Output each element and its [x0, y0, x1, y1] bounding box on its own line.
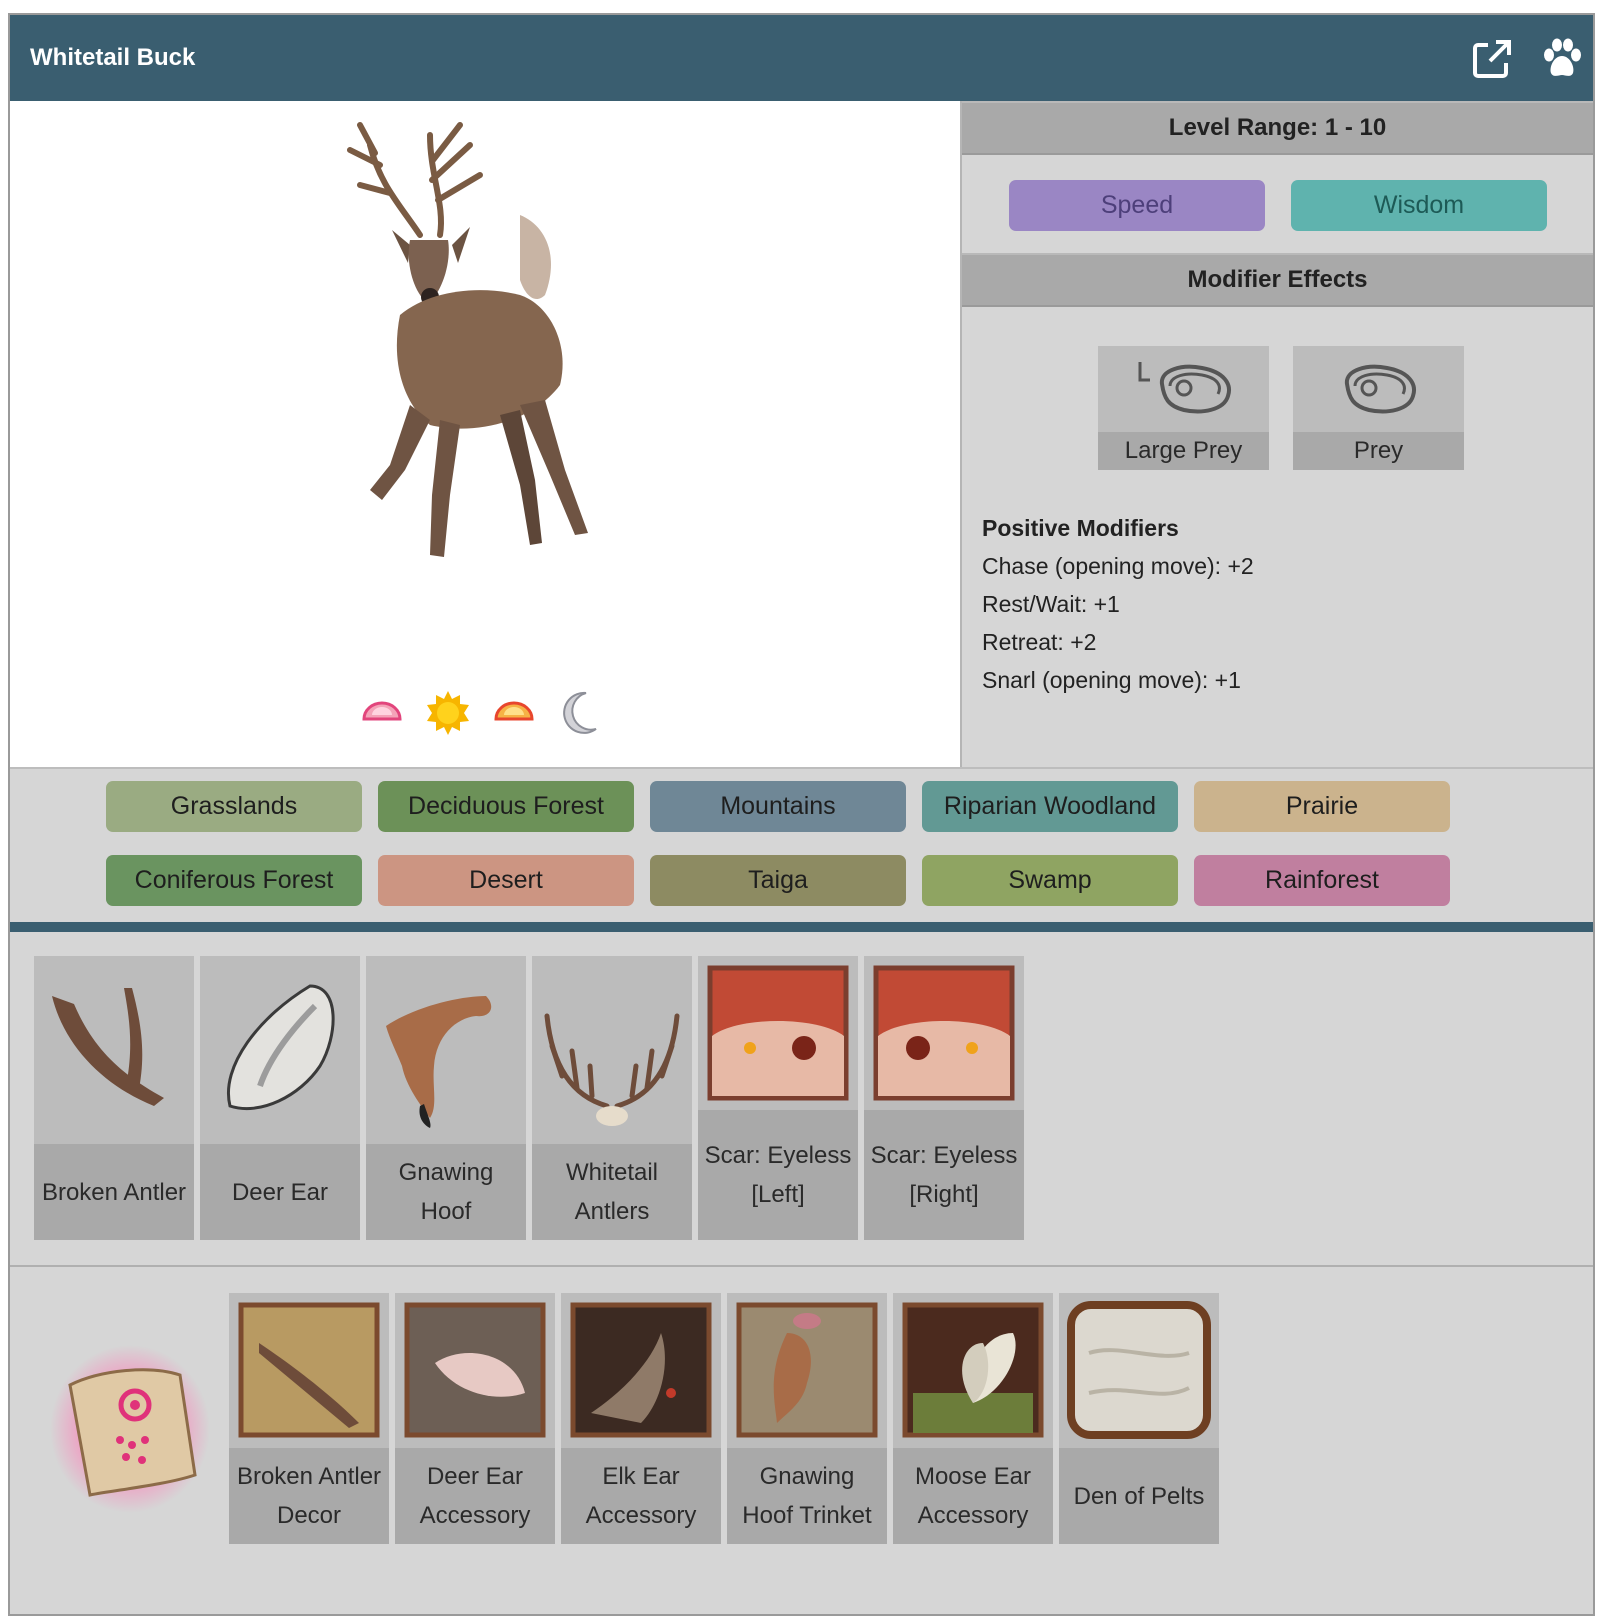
- item-name: Broken Antler Decor: [229, 1448, 389, 1544]
- item-name: Scar: Eyeless [Right]: [864, 1110, 1024, 1240]
- drop-item-gnawing-hoof[interactable]: Gnawing Hoof: [366, 956, 526, 1240]
- item-name: Whitetail Antlers: [532, 1144, 692, 1240]
- decor-item-deer-ear-accessory[interactable]: Deer Ear Accessory: [395, 1293, 555, 1544]
- effect-label: Large Prey: [1098, 432, 1269, 470]
- biome-badge-coniferous-forest[interactable]: Coniferous Forest: [106, 855, 362, 906]
- item-name: Gnawing Hoof Trinket: [727, 1448, 887, 1544]
- gnawing-hoof-trinket-icon: [736, 1302, 878, 1438]
- biome-badge-deciduous-forest[interactable]: Deciduous Forest: [378, 781, 634, 832]
- sun-icon: [427, 691, 469, 735]
- item-name: Deer Ear: [200, 1144, 360, 1240]
- moose-ear-accessory-icon: [902, 1302, 1044, 1438]
- item-name: Moose Ear Accessory: [893, 1448, 1053, 1544]
- modifier-item: Retreat: +2: [982, 629, 1097, 655]
- biome-badge-desert[interactable]: Desert: [378, 855, 634, 906]
- modifier-item: Rest/Wait: +1: [982, 591, 1120, 617]
- biome-badge-riparian-woodland[interactable]: Riparian Woodland: [922, 781, 1178, 832]
- dusk-icon: [494, 701, 534, 721]
- item-name: Scar: Eyeless [Left]: [698, 1110, 858, 1240]
- modifier-effects-heading: Modifier Effects: [962, 253, 1593, 307]
- drop-item-broken-antler[interactable]: Broken Antler: [34, 956, 194, 1240]
- biome-list: Grasslands Deciduous Forest Mountains Ri…: [10, 767, 1593, 922]
- gnawing-hoof-icon: [386, 996, 492, 1128]
- decor-item-moose-ear-accessory[interactable]: Moose Ear Accessory: [893, 1293, 1053, 1544]
- decor-item-den-of-pelts[interactable]: Den of Pelts: [1059, 1293, 1219, 1544]
- stat-badge-speed: Speed: [1009, 180, 1265, 231]
- decor-item-elk-ear-accessory[interactable]: Elk Ear Accessory: [561, 1293, 721, 1544]
- decor-list: Broken Antler Decor Deer Ear Accessory E…: [10, 1267, 1593, 1618]
- drop-item-deer-ear[interactable]: Deer Ear: [200, 956, 360, 1240]
- drop-item-scar-eyeless-right[interactable]: Scar: Eyeless [Right]: [864, 956, 1024, 1240]
- moon-icon: [563, 691, 597, 734]
- den-of-pelts-icon: [1067, 1301, 1211, 1439]
- deer-ear-accessory-icon: [404, 1302, 546, 1438]
- biome-badge-grasslands[interactable]: Grasslands: [106, 781, 362, 832]
- positive-modifiers: Positive Modifiers Chase (opening move):…: [982, 509, 1254, 699]
- drop-item-whitetail-antlers[interactable]: Whitetail Antlers: [532, 956, 692, 1240]
- effect-prey[interactable]: Prey: [1293, 346, 1464, 470]
- page-title: Whitetail Buck: [30, 44, 196, 71]
- drop-item-scar-eyeless-left[interactable]: Scar: Eyeless [Left]: [698, 956, 858, 1240]
- deer-ear-icon: [227, 984, 335, 1111]
- item-name: Broken Antler: [34, 1144, 194, 1240]
- modifier-item: Chase (opening move): +2: [982, 553, 1254, 579]
- effect-large-prey[interactable]: Large Prey: [1098, 346, 1269, 470]
- creature-panel: Whitetail Buck Level Range: 1 - 10 Speed…: [8, 13, 1595, 1616]
- section-divider: [10, 922, 1593, 932]
- info-panel: Level Range: 1 - 10 Speed Wisdom Modifie…: [962, 101, 1593, 767]
- meat-icon: [1344, 364, 1416, 414]
- drops-list: Broken Antler Deer Ear Gnawing Hoof Whit…: [10, 932, 1593, 1267]
- scar-eyeless-right-icon: [873, 965, 1015, 1101]
- external-link-icon[interactable]: [1470, 37, 1514, 81]
- large-meat-icon: [1138, 362, 1231, 414]
- item-name: Elk Ear Accessory: [561, 1448, 721, 1544]
- biome-badge-rainforest[interactable]: Rainforest: [1194, 855, 1450, 906]
- item-name: Deer Ear Accessory: [395, 1448, 555, 1544]
- positive-modifiers-heading: Positive Modifiers: [982, 515, 1179, 541]
- decor-item-broken-antler-decor[interactable]: Broken Antler Decor: [229, 1293, 389, 1544]
- effect-label: Prey: [1293, 432, 1464, 470]
- whitetail-antlers-icon: [544, 1013, 680, 1126]
- paw-icon[interactable]: [1540, 37, 1584, 81]
- modifier-item: Snarl (opening move): +1: [982, 667, 1241, 693]
- broken-antler-decor-icon: [238, 1302, 380, 1438]
- elk-ear-accessory-icon: [570, 1302, 712, 1438]
- item-name: Gnawing Hoof: [366, 1144, 526, 1240]
- stat-badge-wisdom: Wisdom: [1291, 180, 1547, 231]
- decor-item-gnawing-hoof-trinket[interactable]: Gnawing Hoof Trinket: [727, 1293, 887, 1544]
- biome-badge-mountains[interactable]: Mountains: [650, 781, 906, 832]
- creature-art-panel: [10, 101, 962, 767]
- biome-badge-prairie[interactable]: Prairie: [1194, 781, 1450, 832]
- biome-badge-swamp[interactable]: Swamp: [922, 855, 1178, 906]
- biome-badge-taiga[interactable]: Taiga: [650, 855, 906, 906]
- broken-antler-icon: [52, 988, 164, 1106]
- scroll-icon: [50, 1345, 210, 1513]
- scar-eyeless-left-icon: [707, 965, 849, 1101]
- whitetail-buck-image: [347, 122, 588, 557]
- level-range: Level Range: 1 - 10: [962, 101, 1593, 155]
- item-name: Den of Pelts: [1059, 1448, 1219, 1544]
- dawn-icon: [362, 701, 402, 721]
- header-bar: Whitetail Buck: [10, 15, 1593, 101]
